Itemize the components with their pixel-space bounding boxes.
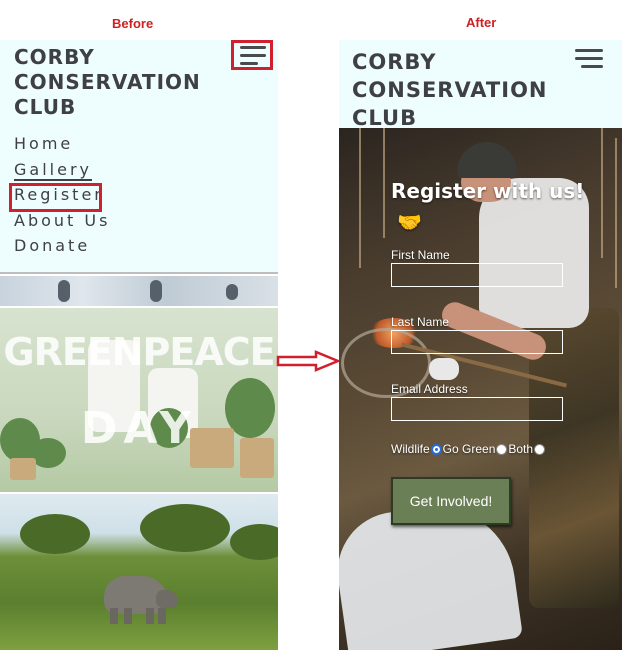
- brand-line: CONSERVATION: [14, 70, 201, 94]
- nav-item-donate[interactable]: Donate: [14, 235, 110, 261]
- site-header: CORBY CONSERVATION CLUB Home Gallery Reg…: [0, 40, 278, 274]
- hamburger-menu-icon[interactable]: [231, 40, 273, 70]
- brand-line: CORBY: [14, 45, 95, 69]
- banner-text: GREENPEACE: [3, 330, 275, 374]
- get-involved-button[interactable]: Get Involved!: [391, 477, 511, 525]
- site-logo-text[interactable]: CORBY CONSERVATION CLUB: [14, 45, 201, 120]
- after-caption: After: [466, 15, 497, 30]
- rhino-photo: [0, 494, 278, 650]
- nav-item-gallery[interactable]: Gallery: [14, 159, 110, 185]
- brand-line: CORBY: [352, 50, 437, 74]
- nav-item-home[interactable]: Home: [14, 133, 110, 159]
- before-screenshot: CORBY CONSERVATION CLUB Home Gallery Reg…: [0, 40, 278, 650]
- register-hero: Register with us!🤝 First Name Last Name …: [339, 128, 622, 650]
- wildlife-label: Wildlife: [391, 442, 430, 456]
- penguin-photo: [0, 276, 278, 306]
- brand-line: CONSERVATION: [352, 78, 548, 102]
- site-header: CORBY CONSERVATION CLUB: [339, 40, 622, 130]
- before-caption: Before: [112, 16, 154, 31]
- first-name-label: First Name: [391, 248, 450, 262]
- both-label: Both: [508, 442, 534, 456]
- after-screenshot: CORBY CONSERVATION CLUB Register with us…: [339, 40, 622, 650]
- email-field[interactable]: [391, 397, 563, 421]
- banner-text: DAY: [80, 403, 198, 454]
- first-name-field[interactable]: [391, 263, 563, 287]
- both-radio[interactable]: [534, 443, 546, 455]
- wildlife-radio[interactable]: [430, 443, 442, 455]
- form-heading: Register with us!🤝: [391, 176, 591, 238]
- last-name-label: Last Name: [391, 315, 450, 329]
- greenpeace-day-photo: GREENPEACE DAY: [0, 308, 278, 492]
- last-name-field[interactable]: [391, 330, 563, 354]
- go-green-label: Go Green: [442, 442, 496, 456]
- go-green-radio[interactable]: [496, 443, 508, 455]
- interest-radio-group: Wildlife Go Green Both: [391, 441, 591, 457]
- email-label: Email Address: [391, 382, 468, 396]
- hamburger-menu-icon[interactable]: [575, 45, 607, 71]
- arrow-right-icon: [276, 350, 340, 372]
- handshake-icon: 🤝: [397, 210, 422, 234]
- register-form: Register with us!🤝 First Name Last Name …: [391, 176, 591, 525]
- nav-item-about-us[interactable]: About Us: [14, 210, 110, 236]
- brand-line: CLUB: [14, 95, 77, 119]
- site-logo-text[interactable]: CORBY CONSERVATION CLUB: [352, 48, 548, 132]
- register-highlight-box: [9, 183, 102, 212]
